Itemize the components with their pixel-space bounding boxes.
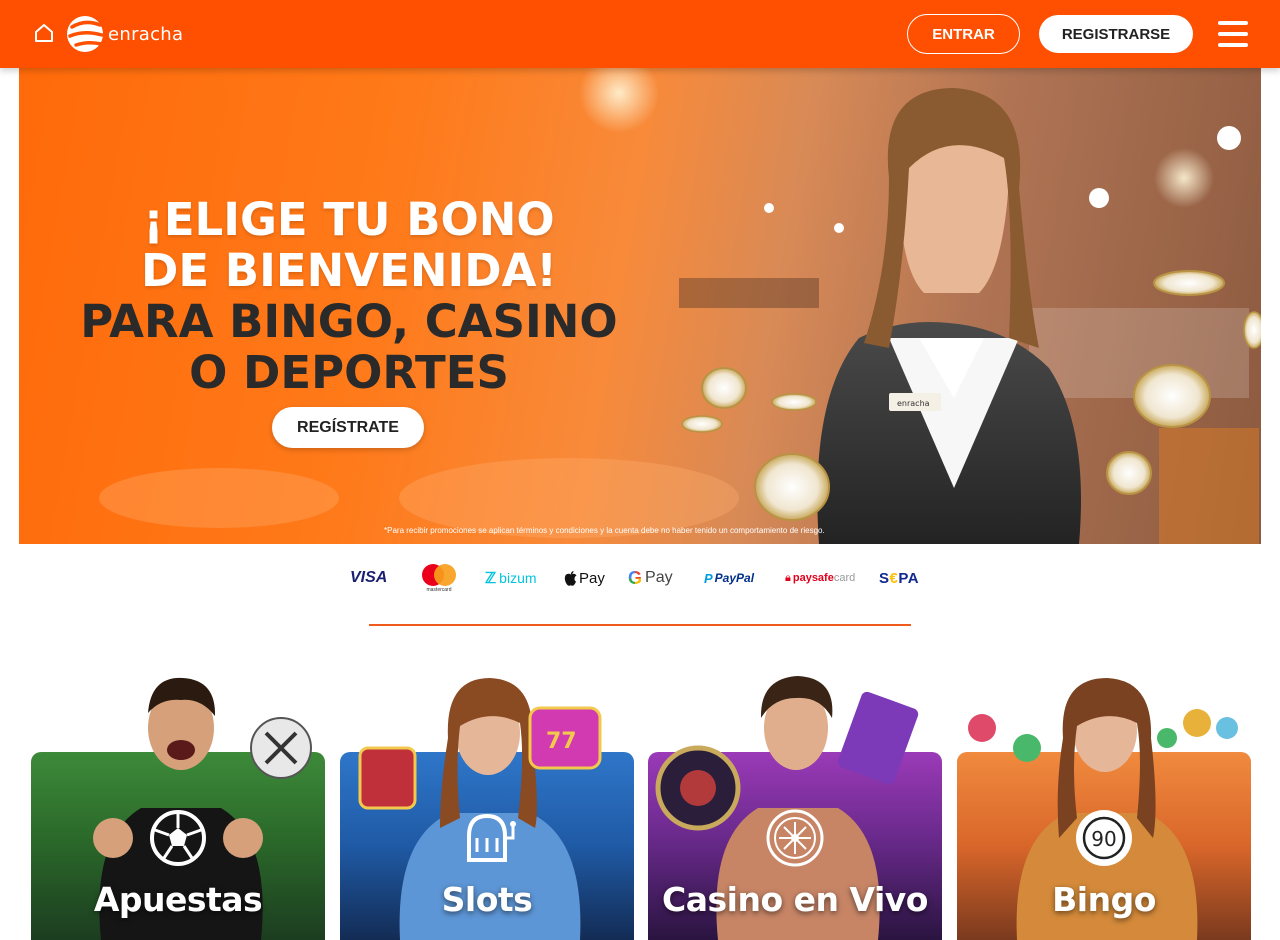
paysafecard-label-a: paysafe bbox=[792, 572, 834, 584]
top-header: enracha ENTRAR REGISTRARSE bbox=[0, 0, 1280, 68]
paysafecard-lock-icon: 🔒︎ bbox=[785, 571, 791, 584]
paysafecard-logo: 🔒︎ paysafe card bbox=[785, 560, 855, 596]
category-card-bingo[interactable]: 90 Bingo bbox=[957, 668, 1251, 940]
hero-headline-line1: ¡ELIGE TU BONO bbox=[143, 193, 555, 246]
mastercard-logo: mastercard bbox=[422, 560, 456, 596]
hero-headline-line4: O DEPORTES bbox=[189, 346, 509, 399]
hero-headline: ¡ELIGE TU BONO DE BIENVENIDA! PARA BINGO… bbox=[19, 194, 679, 398]
bizum-icon: ℤ bbox=[485, 570, 497, 587]
paypal-label: PayPal bbox=[714, 571, 755, 585]
mastercard-label: mastercard bbox=[426, 586, 452, 593]
payment-methods: VISA mastercard ℤ bizum Pay G Pay P PayP… bbox=[340, 560, 940, 596]
hero-banner[interactable]: enracha ¡ELIGE TU BONO DE BIENVENIDA! PA… bbox=[19, 68, 1261, 544]
paypal-logo: P PayPal bbox=[704, 560, 754, 596]
paysafecard-label-b: card bbox=[833, 572, 856, 584]
home-icon[interactable] bbox=[33, 22, 55, 44]
brand-logo[interactable]: enracha bbox=[66, 13, 183, 55]
category-title: Slots bbox=[441, 880, 533, 919]
brand-name: enracha bbox=[108, 23, 184, 45]
category-title: Casino en Vivo bbox=[662, 880, 928, 919]
hero-register-button[interactable]: REGÍSTRATE bbox=[272, 407, 424, 448]
svg-text:90: 90 bbox=[1091, 827, 1116, 851]
hamburger-menu-icon[interactable] bbox=[1218, 21, 1248, 47]
visa-logo: VISA bbox=[350, 569, 388, 586]
hero-headline-line2: DE BIENVENIDA! bbox=[141, 244, 557, 297]
category-title: Apuestas bbox=[93, 880, 263, 919]
roulette-icon bbox=[766, 809, 824, 867]
category-title: Bingo bbox=[1052, 880, 1156, 919]
section-divider bbox=[369, 624, 911, 626]
sepa-logo: S € PA bbox=[879, 560, 919, 596]
bizum-label: bizum bbox=[499, 570, 537, 586]
sepa-label-a: S bbox=[879, 569, 890, 587]
login-button[interactable]: ENTRAR bbox=[907, 14, 1020, 54]
sepa-euro-icon: € bbox=[889, 569, 899, 587]
vest-badge-text: enracha bbox=[897, 399, 930, 408]
hero-disclaimer: *Para recibir promociones se aplican tér… bbox=[384, 526, 825, 535]
google-pay-logo: G Pay bbox=[628, 560, 673, 596]
svg-text:77: 77 bbox=[546, 729, 577, 754]
google-g-icon: G bbox=[628, 567, 643, 588]
hero-headline-line3: PARA BINGO, CASINO bbox=[80, 295, 618, 348]
soccer-ball-icon bbox=[150, 810, 206, 866]
slot-machine-icon bbox=[467, 813, 516, 862]
apple-pay-logo: Pay bbox=[564, 560, 605, 596]
google-pay-label: Pay bbox=[645, 569, 673, 586]
apple-pay-label: Pay bbox=[579, 569, 605, 587]
paypal-p-icon: P bbox=[704, 570, 713, 586]
register-button[interactable]: REGISTRARSE bbox=[1039, 15, 1193, 53]
category-card-casino-en-vivo[interactable]: Casino en Vivo bbox=[648, 668, 942, 940]
bingo-ball-icon: 90 bbox=[1076, 810, 1132, 866]
category-card-slots[interactable]: 77 Slots bbox=[340, 668, 634, 940]
sepa-label-c: PA bbox=[898, 569, 920, 587]
mastercard-circles-icon bbox=[422, 563, 456, 586]
apple-icon bbox=[564, 570, 577, 586]
enracha-logo-icon bbox=[67, 16, 104, 52]
category-card-apuestas[interactable]: Apuestas bbox=[31, 668, 325, 940]
bizum-logo: ℤ bizum bbox=[485, 560, 537, 596]
